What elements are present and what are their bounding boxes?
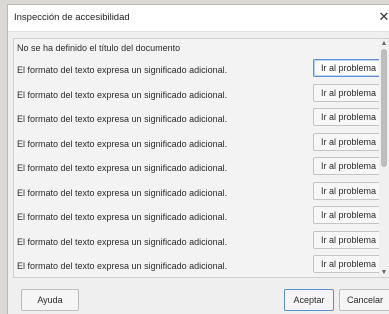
list-item: El formato del texto expresa un signific… (14, 157, 389, 179)
chevron-up-icon[interactable]: ▲ (379, 39, 389, 48)
list-item: El formato del texto expresa un signific… (14, 255, 389, 277)
accessibility-check-dialog: Inspección de accesibilidad ✕ No se ha d… (7, 4, 389, 314)
title-bar: Inspección de accesibilidad ✕ (8, 5, 389, 32)
list-item: El formato del texto expresa un signific… (14, 133, 389, 155)
list-item: El formato del texto expresa un signific… (14, 108, 389, 130)
missing-title-issue: No se ha definido el título del document… (17, 43, 181, 53)
close-icon[interactable]: ✕ (377, 9, 389, 25)
issue-text: El formato del texto expresa un signific… (17, 90, 228, 100)
goto-issue-button[interactable]: Ir al problema (313, 231, 384, 249)
goto-issue-button[interactable]: Ir al problema (313, 108, 384, 126)
vertical-scrollbar[interactable]: ▲ ▼ (379, 39, 389, 277)
dialog-title: Inspección de accesibilidad (14, 12, 130, 23)
cancel-button[interactable]: Cancelar (339, 289, 389, 311)
goto-issue-button[interactable]: Ir al problema (313, 59, 384, 77)
goto-issue-button[interactable]: Ir al problema (313, 84, 384, 102)
scrollbar-thumb[interactable] (381, 49, 387, 167)
list-item: El formato del texto expresa un signific… (14, 231, 389, 253)
issue-text: El formato del texto expresa un signific… (17, 188, 228, 198)
issue-text: El formato del texto expresa un signific… (17, 139, 228, 149)
issue-text: El formato del texto expresa un signific… (17, 212, 228, 222)
help-button[interactable]: Ayuda (21, 289, 79, 311)
issue-text: El formato del texto expresa un signific… (17, 237, 228, 247)
list-item: El formato del texto expresa un signific… (14, 59, 389, 81)
issue-text: El formato del texto expresa un signific… (17, 163, 228, 173)
list-item: El formato del texto expresa un signific… (14, 182, 389, 204)
accept-button[interactable]: Aceptar (284, 289, 334, 311)
goto-issue-button[interactable]: Ir al problema (313, 133, 384, 151)
goto-issue-button[interactable]: Ir al problema (313, 255, 384, 273)
goto-issue-button[interactable]: Ir al problema (313, 182, 384, 200)
list-item: El formato del texto expresa un signific… (14, 206, 389, 228)
chevron-down-icon[interactable]: ▼ (379, 268, 389, 277)
issues-list: No se ha definido el título del document… (13, 38, 389, 278)
issue-text: El formato del texto expresa un signific… (17, 261, 228, 271)
issue-text: El formato del texto expresa un signific… (17, 65, 228, 75)
goto-issue-button[interactable]: Ir al problema (313, 206, 384, 224)
issue-text: El formato del texto expresa un signific… (17, 114, 228, 124)
list-item: El formato del texto expresa un signific… (14, 84, 389, 106)
goto-issue-button[interactable]: Ir al problema (313, 157, 384, 175)
